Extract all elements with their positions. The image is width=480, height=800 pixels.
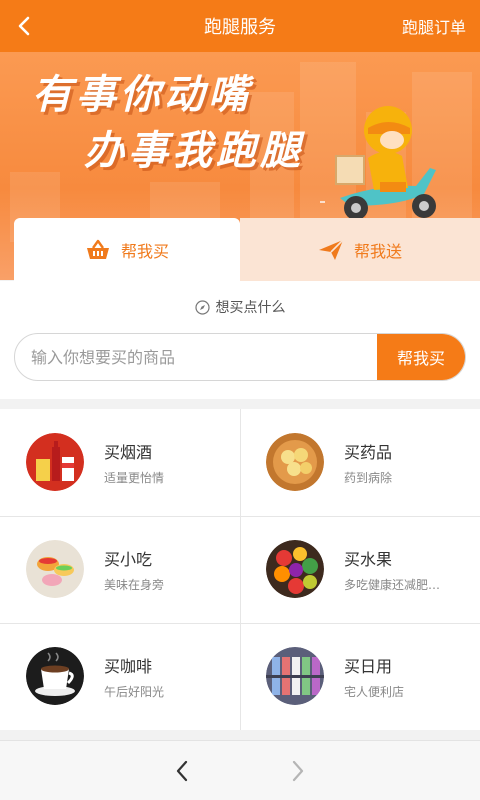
category-coffee[interactable]: 买咖啡 午后好阳光 [0, 623, 240, 730]
delivery-rider-illustration [320, 106, 436, 220]
tab-send-label: 帮我送 [353, 242, 402, 261]
search-box: 帮我买 [14, 333, 466, 381]
tobacco-liquor-image [26, 433, 84, 491]
category-desc: 多吃健康还减肥… [344, 578, 441, 592]
snacks-image [26, 540, 84, 598]
banner-slogan-line1: 有事你动嘴 [32, 72, 252, 118]
paper-plane-icon [318, 239, 344, 260]
search-hint-text: 想买点什么 [215, 300, 286, 316]
category-medicine[interactable]: 买药品 药到病除 [240, 409, 480, 516]
compass-icon [194, 299, 210, 315]
coffee-image [26, 647, 84, 705]
category-fruit[interactable]: 买水果 多吃健康还减肥… [240, 516, 480, 623]
category-daily-goods[interactable]: 买日用 宅人便利店 [240, 623, 480, 730]
nav-forward-button[interactable] [278, 751, 318, 791]
nav-back-button[interactable] [162, 751, 202, 791]
page: 跑腿服务 跑腿订单 有事你动嘴 办事我跑腿 帮我买 帮我送 想买点什么 输入你想… [0, 0, 480, 800]
chevron-left-icon [176, 760, 188, 782]
banner-slogan-line2: 办事我跑腿 [84, 128, 304, 174]
medicine-image [266, 433, 324, 491]
daily-goods-image [266, 647, 324, 705]
category-desc: 美味在身旁 [104, 578, 165, 592]
category-name: 买日用 [344, 657, 393, 676]
tab-buy-label: 帮我买 [120, 242, 169, 261]
category-desc: 午后好阳光 [104, 685, 165, 699]
service-tabs: 帮我买 帮我送 [0, 218, 480, 282]
category-name: 买烟酒 [104, 443, 153, 462]
chevron-left-icon [18, 16, 30, 36]
category-name: 买咖啡 [104, 657, 153, 676]
search-section: 想买点什么 帮我买 [0, 281, 480, 399]
back-button[interactable] [6, 4, 42, 48]
bottom-nav [0, 740, 480, 800]
category-tobacco-liquor[interactable]: 买烟酒 适量更怡情 [0, 409, 240, 516]
chevron-right-icon [292, 760, 304, 782]
category-name: 买小吃 [104, 550, 153, 569]
category-grid: 买烟酒 适量更怡情 买药品 药到病除 买小吃 美味在身旁 买水果 多吃健康还减肥… [0, 409, 480, 730]
tab-buy-for-me[interactable]: 帮我买 [14, 218, 240, 282]
tab-send-for-me[interactable]: 帮我送 [240, 218, 480, 282]
fruit-image [266, 540, 324, 598]
buy-for-me-button[interactable]: 帮我买 [377, 334, 465, 380]
category-name: 买药品 [344, 443, 393, 462]
category-name: 买水果 [344, 550, 393, 569]
category-desc: 药到病除 [344, 471, 393, 485]
category-desc: 适量更怡情 [104, 471, 165, 485]
category-desc: 宅人便利店 [344, 685, 405, 699]
category-snacks[interactable]: 买小吃 美味在身旁 [0, 516, 240, 623]
search-input[interactable] [15, 334, 377, 380]
errand-orders-link[interactable]: 跑腿订单 [402, 14, 466, 38]
app-header: 跑腿服务 跑腿订单 [0, 0, 480, 52]
page-title: 跑腿服务 [204, 17, 276, 38]
search-hint: 想买点什么 [0, 297, 480, 317]
basket-icon [86, 239, 109, 259]
